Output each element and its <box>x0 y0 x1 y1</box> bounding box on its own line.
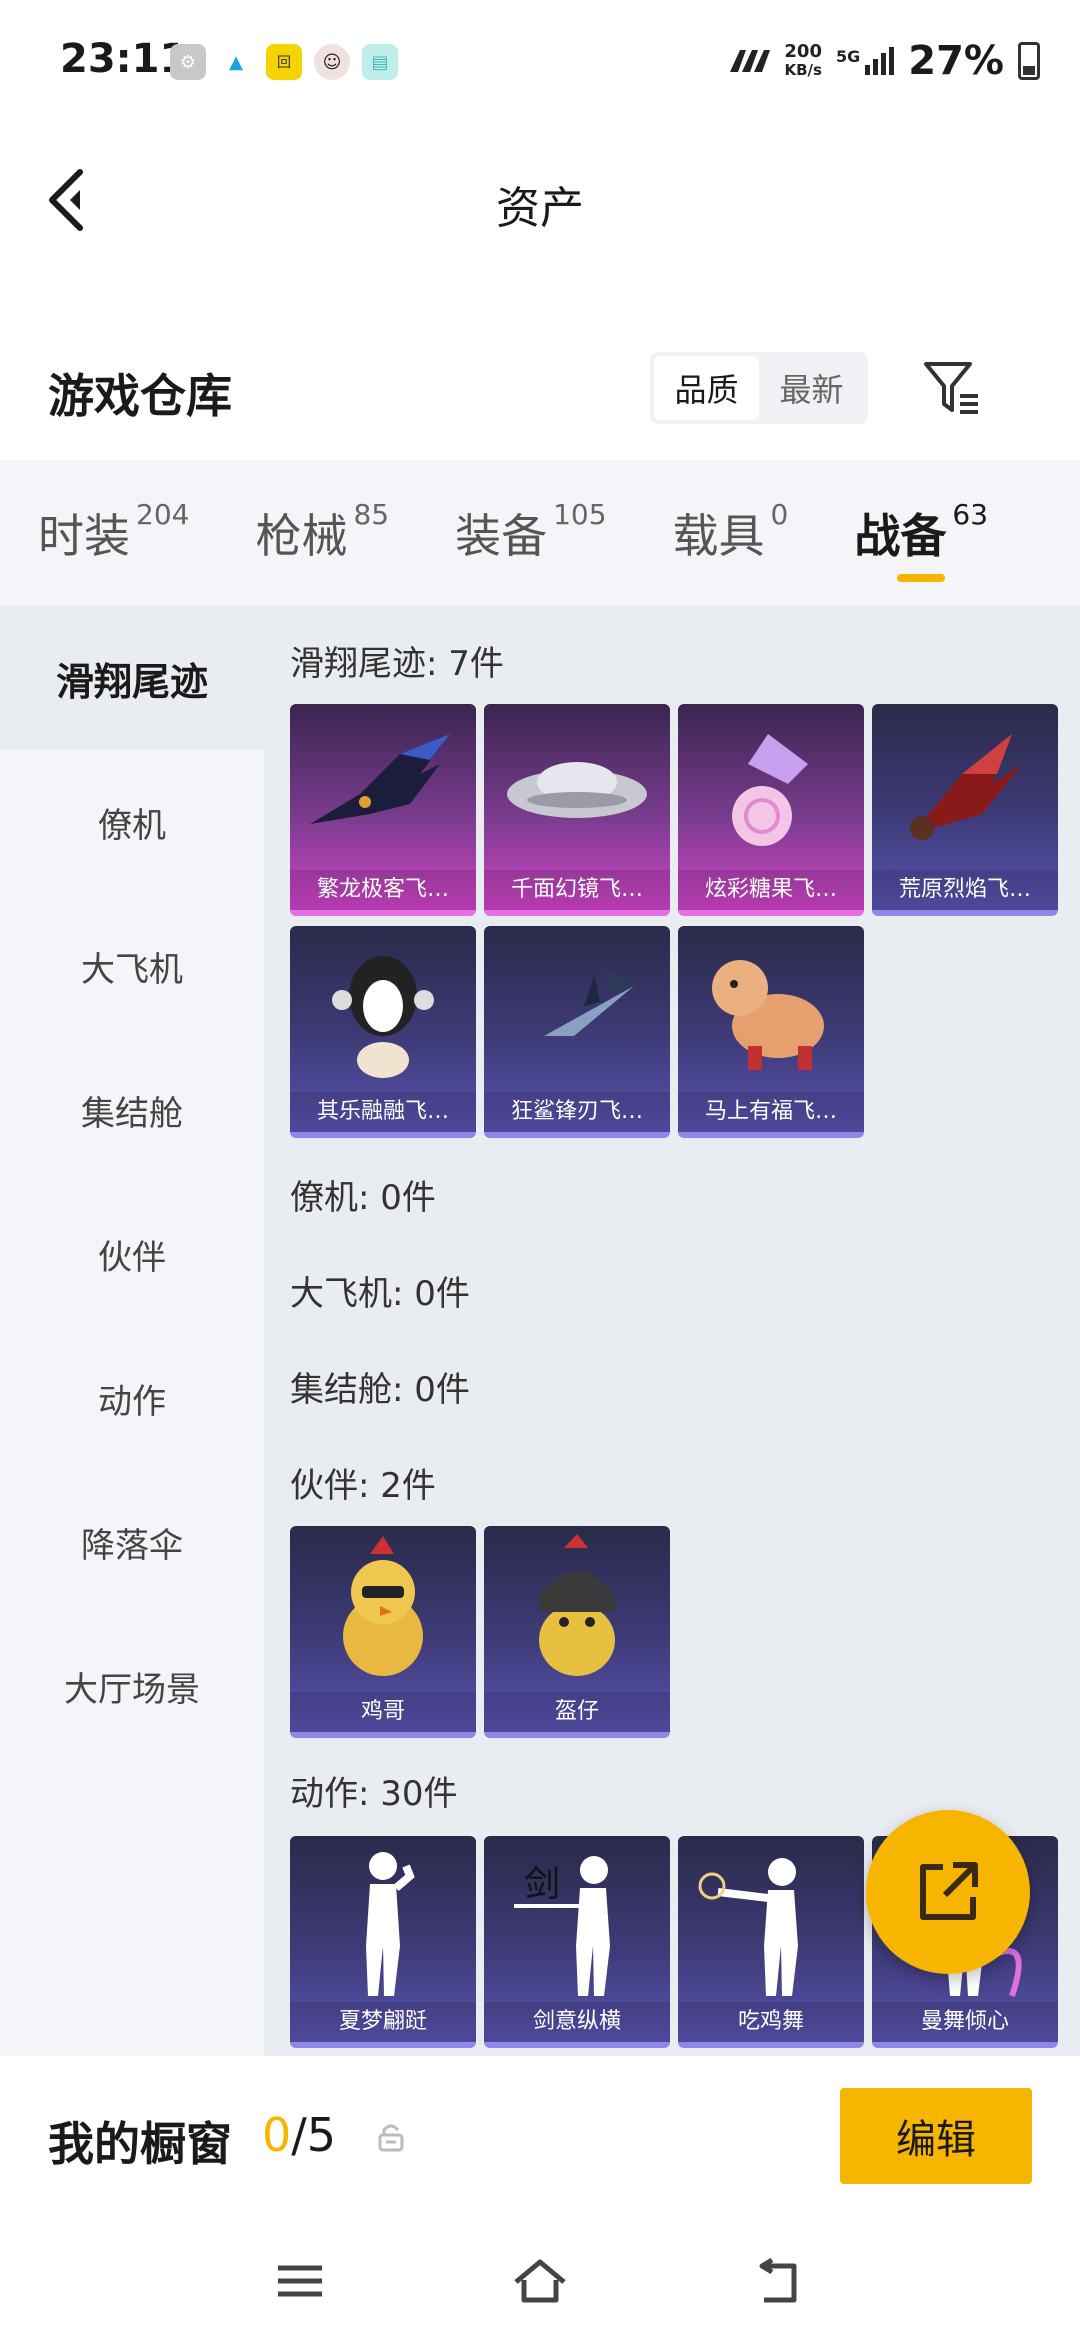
tab-fashion[interactable]: 时装 204 <box>38 498 189 566</box>
home-icon[interactable] <box>510 2256 570 2306</box>
sidebar-item-emote[interactable]: 动作 <box>0 1326 264 1470</box>
filter-button[interactable] <box>920 356 984 420</box>
avatar-notification-icon: ☺ <box>314 44 350 80</box>
tab-firearms[interactable]: 枪械 85 <box>255 498 389 566</box>
edit-button[interactable]: 编辑 <box>840 2088 1032 2184</box>
svg-text:剑: 剑 <box>524 1864 560 1905</box>
group-title-pod: 集结舱: 0件 <box>290 1370 470 1410</box>
group-title-plane: 大飞机: 0件 <box>290 1274 470 1314</box>
sort-by-quality[interactable]: 品质 <box>654 356 759 420</box>
lock-icon <box>378 2124 404 2152</box>
filter-icon <box>924 362 978 414</box>
back-nav-icon[interactable] <box>750 2256 810 2306</box>
active-tab-indicator <box>897 574 946 582</box>
item-card[interactable]: 繁龙极客飞… <box>290 704 476 916</box>
flame-trail-icon <box>910 734 1022 840</box>
signal-icon: 5G <box>836 47 895 75</box>
group-title-wingman: 僚机: 0件 <box>290 1178 436 1218</box>
tab-vehicles[interactable]: 载具 0 <box>673 498 789 566</box>
share-button[interactable] <box>866 1810 1030 1974</box>
chat-notification-icon: ▤ <box>362 44 398 80</box>
sidebar-item-wingman[interactable]: 僚机 <box>0 750 264 894</box>
sword-pose-icon: 剑 <box>514 1856 610 1996</box>
system-nav-bar <box>0 2216 1080 2344</box>
tab-battle-gear[interactable]: 战备 63 <box>854 498 988 582</box>
warehouse-header: 游戏仓库 品质 最新 <box>0 330 1080 450</box>
item-card[interactable]: 荒原烈焰飞… <box>872 704 1058 916</box>
tab-equipment[interactable]: 装备 105 <box>455 498 606 566</box>
network-speed: 200 KB/s <box>784 41 822 80</box>
item-card[interactable]: 千面幻镜飞… <box>484 704 670 916</box>
shark-trail-icon <box>514 966 634 1046</box>
section-title: 游戏仓库 <box>48 369 232 423</box>
aim-pose-icon <box>698 1858 798 1996</box>
helmet-chick-companion-icon <box>539 1534 615 1676</box>
status-time: 23:11 <box>60 36 188 82</box>
sidebar-item-lobby-scene[interactable]: 大厅场景 <box>0 1614 264 1758</box>
sidebar-item-glide-trail[interactable]: 滑翔尾迹 <box>0 606 264 750</box>
app-header: 资产 <box>0 120 1080 280</box>
showcase-bar: 我的橱窗 0/5 编辑 <box>0 2056 1080 2216</box>
status-bar: 23:11 ⚙ ▲ 回 ☺ ▤ 200 KB/s 5G 27% <box>0 0 1080 120</box>
sort-by-newest[interactable]: 最新 <box>759 356 864 420</box>
item-card[interactable]: 吃鸡舞 <box>678 1836 864 2048</box>
dragon-trail-icon <box>310 734 450 824</box>
menu-icon[interactable] <box>270 2256 330 2306</box>
showcase-count: 0/5 <box>262 2108 337 2162</box>
item-card[interactable]: 夏梦翩跹 <box>290 1836 476 2048</box>
warning-notification-icon: ▲ <box>229 51 243 73</box>
notification-icons: ⚙ ▲ 回 ☺ ▤ <box>170 44 398 80</box>
group-title-emote: 动作: 30件 <box>290 1774 458 1814</box>
item-card[interactable]: 狂鲨锋刃飞… <box>484 926 670 1138</box>
carrier-logo-icon <box>730 50 771 72</box>
item-card[interactable]: 鸡哥 <box>290 1526 476 1738</box>
item-card[interactable]: 炫彩糖果飞… <box>678 704 864 916</box>
item-card[interactable]: 盔仔 <box>484 1526 670 1738</box>
battery-percent: 27% <box>908 38 1004 84</box>
sidebar-item-pod[interactable]: 集结舱 <box>0 1038 264 1182</box>
sidebar-item-plane[interactable]: 大飞机 <box>0 894 264 1038</box>
item-card[interactable]: 剑 剑意纵横 <box>484 1836 670 2048</box>
app-notification-icon: 回 <box>266 44 302 80</box>
status-right: 200 KB/s 5G 27% <box>726 38 1040 84</box>
subcategory-sidebar: 滑翔尾迹 僚机 大飞机 集结舱 伙伴 动作 降落伞 大厅场景 <box>0 606 264 2056</box>
category-tabs: 时装 204 枪械 85 装备 105 载具 0 战备 63 <box>0 460 1080 606</box>
horse-trail-icon <box>712 960 824 1070</box>
sort-toggle: 品质 最新 <box>650 352 868 424</box>
settings-notification-icon: ⚙ <box>170 44 206 80</box>
chicken-companion-icon <box>343 1536 423 1676</box>
battery-icon <box>1018 42 1040 80</box>
item-card[interactable]: 其乐融融飞… <box>290 926 476 1138</box>
item-card[interactable]: 马上有福飞… <box>678 926 864 1138</box>
sidebar-item-companion[interactable]: 伙伴 <box>0 1182 264 1326</box>
showcase-label: 我的橱窗 <box>48 2117 232 2171</box>
candy-trail-icon <box>732 734 808 846</box>
page-title: 资产 <box>496 183 584 234</box>
dance-pose-icon <box>366 1852 415 1996</box>
share-icon <box>920 1862 978 1920</box>
penguin-trail-icon <box>332 956 434 1078</box>
group-title-companion: 伙伴: 2件 <box>290 1466 436 1506</box>
ufo-trail-icon <box>507 762 647 818</box>
group-title-glide-trail: 滑翔尾迹: 7件 <box>290 644 504 684</box>
sidebar-item-parachute[interactable]: 降落伞 <box>0 1470 264 1614</box>
